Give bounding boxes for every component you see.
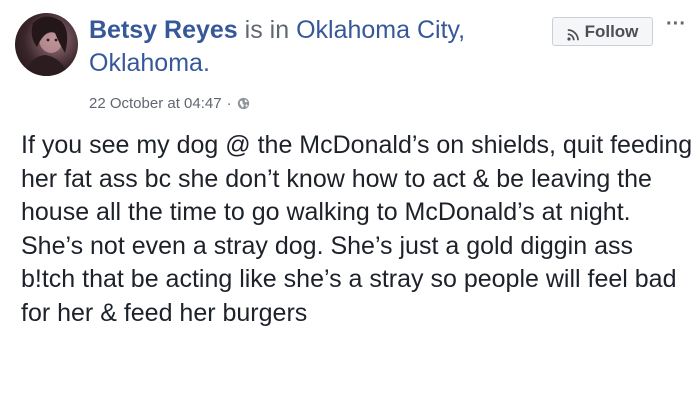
post-meta: 22 October at 04:47 · — [89, 95, 250, 112]
post-timestamp[interactable]: 22 October at 04:47 — [89, 95, 222, 112]
post-body-text: If you see my dog @ the McDonald’s on sh… — [21, 131, 693, 327]
rss-icon — [566, 26, 579, 41]
author-name[interactable]: Betsy Reyes — [89, 16, 238, 44]
avatar-photo — [25, 16, 69, 76]
more-options-button[interactable]: ··· — [664, 13, 688, 37]
follow-button[interactable]: Follow — [552, 17, 653, 46]
post-header: Betsy Reyes is in Oklahoma City, Oklahom… — [89, 14, 529, 80]
facebook-post: Betsy Reyes is in Oklahoma City, Oklahom… — [0, 0, 700, 402]
avatar[interactable] — [15, 13, 78, 76]
follow-label: Follow — [584, 21, 639, 41]
meta-separator: · — [226, 95, 232, 112]
globe-icon[interactable] — [237, 97, 250, 110]
is-in-text: is in — [237, 16, 297, 44]
